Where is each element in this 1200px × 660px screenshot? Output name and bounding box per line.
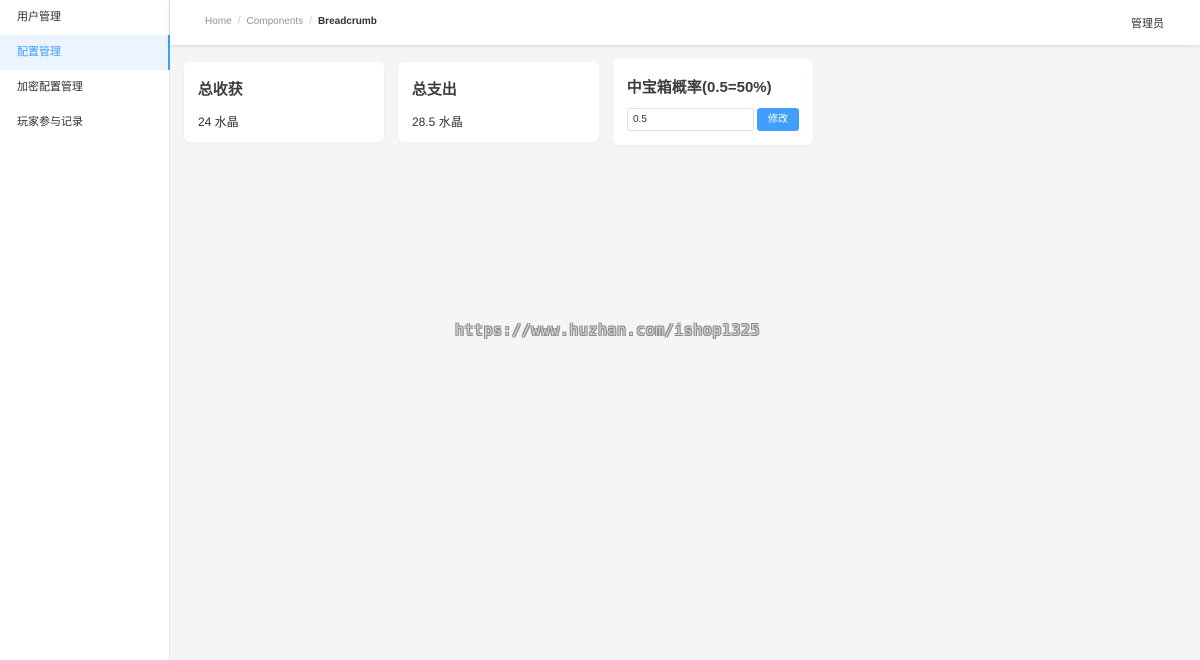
expense-card: 总支出 28.5 水晶 bbox=[398, 62, 599, 142]
probability-title: 中宝箱概率(0.5=50%) bbox=[627, 79, 772, 96]
treasure-probability-card: 中宝箱概率(0.5=50%) 修改 bbox=[613, 59, 813, 145]
main-content: 总收获 24 水晶 总支出 28.5 水晶 中宝箱概率(0.5=50%) 修改 bbox=[170, 45, 1200, 660]
sidebar-item-user-management[interactable]: 用户管理 bbox=[0, 0, 169, 35]
sidebar-item-encrypted-config-management[interactable]: 加密配置管理 bbox=[0, 70, 169, 105]
sidebar-item-config-management[interactable]: 配置管理 bbox=[0, 35, 170, 70]
breadcrumb-home[interactable]: Home bbox=[205, 16, 232, 27]
breadcrumb-separator: / bbox=[237, 16, 241, 27]
app-root: 用户管理 配置管理 加密配置管理 玩家参与记录 Home / Components /… bbox=[0, 0, 1200, 660]
breadcrumb-components[interactable]: Components bbox=[246, 16, 303, 27]
breadcrumb: Home / Components / Breadcrumb bbox=[205, 16, 377, 27]
sidebar-item-player-records[interactable]: 玩家参与记录 bbox=[0, 105, 169, 140]
breadcrumb-separator: / bbox=[309, 16, 312, 27]
income-card: 总收获 24 水晶 bbox=[184, 62, 384, 142]
user-menu[interactable]: 管理员 bbox=[1131, 15, 1164, 31]
income-value: 24 水晶 bbox=[198, 115, 239, 129]
probability-input[interactable] bbox=[627, 108, 754, 131]
income-title: 总收获 bbox=[198, 81, 244, 98]
top-header: Home / Components / Breadcrumb 管理员 bbox=[170, 0, 1200, 45]
watermark-text: https://www.huzhan.com/ishop1325 bbox=[455, 321, 760, 339]
modify-button[interactable]: 修改 bbox=[757, 108, 799, 131]
expense-title: 总支出 bbox=[412, 81, 458, 98]
breadcrumb-current: Breadcrumb bbox=[317, 16, 377, 27]
sidebar: 用户管理 配置管理 加密配置管理 玩家参与记录 bbox=[0, 0, 170, 660]
expense-value: 28.5 水晶 bbox=[412, 115, 463, 129]
